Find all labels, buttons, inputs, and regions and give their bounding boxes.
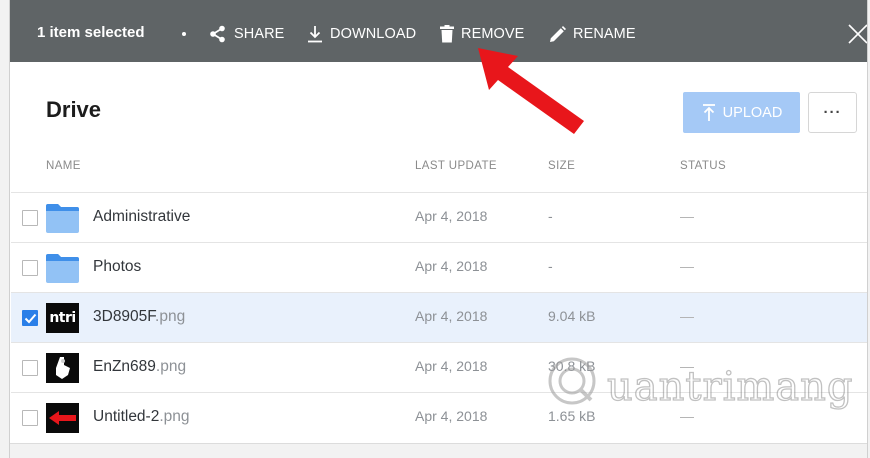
- image-thumbnail-icon: [46, 353, 79, 383]
- file-status: —: [680, 308, 694, 324]
- folder-icon: [46, 254, 79, 283]
- file-name: 3D8905F.png: [93, 308, 186, 325]
- row-checkbox[interactable]: [22, 210, 38, 226]
- column-header-name[interactable]: NAME: [46, 160, 81, 172]
- trash-icon: [440, 25, 454, 43]
- folder-icon: [46, 204, 79, 233]
- last-update: Apr 4, 2018: [415, 308, 488, 324]
- thumbnail-text: ntri: [49, 310, 76, 326]
- column-header-status: STATUS: [680, 160, 727, 172]
- share-icon: [210, 25, 225, 43]
- share-button[interactable]: SHARE: [209, 23, 284, 45]
- rename-button[interactable]: RENAME: [549, 23, 636, 45]
- table-row[interactable]: Administrative Apr 4, 2018 - —: [11, 192, 867, 242]
- file-status: —: [680, 258, 694, 274]
- table-row[interactable]: Photos Apr 4, 2018 - —: [11, 242, 867, 292]
- file-name: Administrative: [93, 208, 191, 225]
- checkmark-icon: [24, 313, 37, 324]
- separator-dot: [182, 32, 186, 36]
- file-size: -: [548, 208, 553, 224]
- column-header-size[interactable]: SIZE: [548, 160, 575, 172]
- file-size: -: [548, 258, 553, 274]
- file-name: EnZn689.png: [93, 358, 187, 375]
- more-options-button[interactable]: ···: [808, 92, 857, 133]
- table-row[interactable]: Untitled-2.png Apr 4, 2018 1.65 kB —: [11, 392, 867, 442]
- remove-label: REMOVE: [461, 26, 525, 42]
- file-status: —: [680, 208, 694, 224]
- download-label: DOWNLOAD: [330, 26, 417, 42]
- window-frame-bottom: [10, 443, 867, 458]
- page-title: Drive: [46, 97, 102, 122]
- file-name: Photos: [93, 258, 142, 275]
- download-button[interactable]: DOWNLOAD: [307, 23, 416, 45]
- upload-button[interactable]: UPLOAD: [683, 92, 800, 133]
- last-update: Apr 4, 2018: [415, 358, 488, 374]
- more-options-icon: ···: [823, 104, 842, 121]
- selection-toolbar: 1 item selected SHARE DOWNLOAD REMOVE RE…: [10, 0, 867, 62]
- table-row[interactable]: ntri 3D8905F.png Apr 4, 2018 9.04 kB —: [11, 292, 867, 342]
- upload-icon: [702, 104, 715, 121]
- row-checkbox[interactable]: [22, 410, 38, 426]
- file-name: Untitled-2.png: [93, 408, 190, 425]
- row-checkbox[interactable]: [22, 310, 38, 326]
- file-size: 9.04 kB: [548, 308, 596, 324]
- file-size: 30.8 kB: [548, 358, 596, 374]
- image-thumbnail-icon: ntri: [46, 303, 79, 333]
- close-icon[interactable]: [845, 22, 867, 44]
- window-frame-left: [0, 0, 10, 458]
- file-size: 1.65 kB: [548, 408, 596, 424]
- selected-count: 1 item selected: [37, 24, 145, 41]
- last-update: Apr 4, 2018: [415, 408, 488, 424]
- last-update: Apr 4, 2018: [415, 208, 488, 224]
- row-checkbox[interactable]: [22, 260, 38, 276]
- pencil-icon: [550, 25, 566, 42]
- image-thumbnail-icon: [46, 403, 79, 433]
- rename-label: RENAME: [573, 26, 636, 42]
- download-icon: [308, 26, 322, 43]
- row-checkbox[interactable]: [22, 360, 38, 376]
- file-status: —: [680, 408, 694, 424]
- remove-button[interactable]: REMOVE: [440, 23, 524, 45]
- share-label: SHARE: [234, 26, 285, 42]
- column-header-last-update[interactable]: LAST UPDATE: [415, 160, 497, 172]
- upload-label: UPLOAD: [722, 104, 783, 121]
- file-status: —: [680, 358, 694, 374]
- last-update: Apr 4, 2018: [415, 258, 488, 274]
- table-row[interactable]: EnZn689.png Apr 4, 2018 30.8 kB —: [11, 342, 867, 392]
